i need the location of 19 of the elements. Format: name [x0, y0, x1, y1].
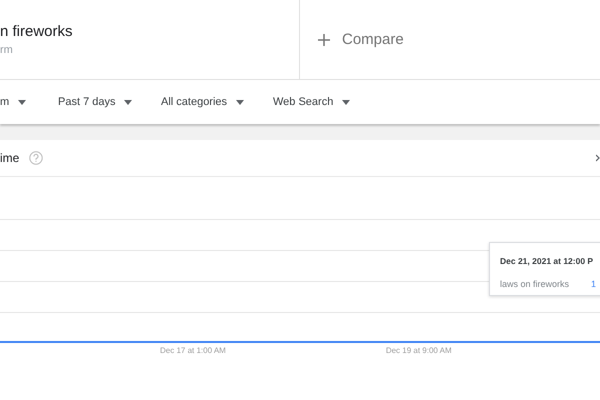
search-term-subtitle: rm [0, 42, 14, 58]
tooltip-date: Dec 21, 2021 at 12:00 P [500, 255, 594, 268]
filter-dropdown[interactable]: m [0, 94, 26, 110]
filter-dropdown[interactable]: Web Search [273, 94, 350, 110]
tooltip-value: 1 [591, 278, 596, 291]
tooltip-series: laws on fireworks [500, 278, 570, 291]
caret-icon [124, 100, 132, 104]
compare-button[interactable]: Compare [300, 0, 404, 80]
caret-icon [236, 100, 244, 104]
axis-label: Dec 19 at 9:00 AM [386, 345, 452, 357]
filter-dropdown[interactable]: Past 7 days [58, 94, 132, 110]
search-term-title: n fireworks [0, 22, 74, 42]
caret-icon [342, 100, 350, 104]
filter-dropdown[interactable]: All categories [161, 94, 244, 110]
plus-icon [318, 34, 330, 46]
chevron-icon[interactable] [596, 154, 600, 162]
axis-label: Dec 17 at 1:00 AM [160, 345, 226, 357]
card-title: ime [0, 150, 20, 167]
caret-icon [18, 100, 26, 104]
